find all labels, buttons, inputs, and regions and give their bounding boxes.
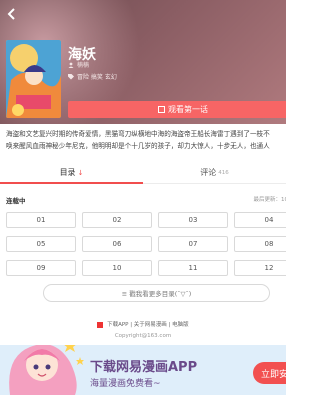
chapter-button[interactable]: 07	[158, 236, 228, 252]
banner-title: 下载网易漫画APP	[90, 360, 198, 375]
watch-button-label: 观看第一话	[168, 105, 208, 114]
copyright: Copyright@163.com	[114, 333, 172, 339]
description-line: 海盗和文艺复兴时期的传奇爱情，黑猫弯刀纵横地中海的海盗帝王船长海雷丁遇到了一枝不	[6, 130, 270, 138]
chapter-button[interactable]: 05	[6, 236, 76, 252]
book-icon	[158, 106, 165, 113]
tab-comments-label: 评论	[200, 168, 217, 177]
comic-header: 海妖 楠楠 冒险 搞笑 玄幻 观看第一话	[0, 0, 286, 124]
comic-description: 海盗和文艺复兴时期的传奇爱情，黑猫弯刀纵横地中海的海盗帝王船长海雷丁遇到了一枝不…	[6, 128, 286, 152]
tab-catalog-label: 目录	[59, 168, 76, 177]
chapter-button[interactable]: 02	[82, 212, 152, 228]
last-updated: 最后更新：10	[253, 197, 287, 203]
tags-row: 冒险 搞笑 玄幻	[68, 72, 117, 81]
active-tab-indicator	[0, 182, 143, 184]
comic-tags: 冒险 搞笑 玄幻	[77, 74, 117, 81]
tag-icon	[68, 73, 74, 79]
sort-arrow-icon[interactable]: ↓	[78, 169, 84, 177]
tab-catalog[interactable]: 目录 ↓	[0, 162, 143, 184]
footer-links: 下载APP | 关于网易漫画 | 电脑版	[0, 320, 286, 328]
install-app-button[interactable]: 立即安装	[253, 362, 286, 384]
chapter-grid: 01 02 03 04 05 06 07 08 09 10 11 12	[6, 212, 286, 276]
watch-first-chapter-button[interactable]: 观看第一话	[68, 101, 286, 118]
chapter-button[interactable]: 03	[158, 212, 228, 228]
comic-cover[interactable]	[6, 40, 61, 118]
back-button[interactable]	[5, 7, 21, 23]
app-download-banner[interactable]: 下载网易漫画APP 海量漫画免费看~ 立即安装	[0, 345, 286, 395]
user-icon	[68, 62, 74, 68]
tab-comments[interactable]: 评论 416	[143, 162, 286, 183]
chapter-button[interactable]: 10	[82, 260, 152, 276]
chevron-left-icon	[7, 8, 15, 20]
chapter-button[interactable]: 04	[234, 212, 286, 228]
chapter-button[interactable]: 11	[158, 260, 228, 276]
chapter-button[interactable]: 08	[234, 236, 286, 252]
serial-status: 连载中	[6, 197, 26, 205]
chapter-button[interactable]: 12	[234, 260, 286, 276]
author-row: 楠楠	[68, 60, 89, 69]
chapter-button[interactable]: 01	[6, 212, 76, 228]
more-chapters-button[interactable]: ≡ 戳我看更多目录(¯▽¯)	[43, 284, 270, 302]
banner-subtitle: 海量漫画免费看~	[90, 379, 161, 389]
comment-count: 416	[218, 169, 229, 176]
netease-logo-icon	[97, 321, 104, 328]
mascot-illustration	[9, 345, 84, 395]
chapter-button[interactable]: 06	[82, 236, 152, 252]
chapter-button[interactable]: 09	[6, 260, 76, 276]
footer-link-text[interactable]: 下载APP | 关于网易漫画 | 电脑版	[107, 322, 189, 328]
content-tabs: 目录 ↓ 评论 416	[0, 162, 286, 184]
comic-detail-page: 海妖 楠楠 冒险 搞笑 玄幻 观看第一话 海盗和文艺复兴时期的传奇爱情，黑猫弯刀…	[0, 0, 286, 395]
description-line: 唤来醒风血雨神秘少年尼克，他明明却是个十几岁的孩子，却力大惊人，十步无人，也通人	[6, 142, 270, 150]
author-name: 楠楠	[77, 62, 90, 69]
